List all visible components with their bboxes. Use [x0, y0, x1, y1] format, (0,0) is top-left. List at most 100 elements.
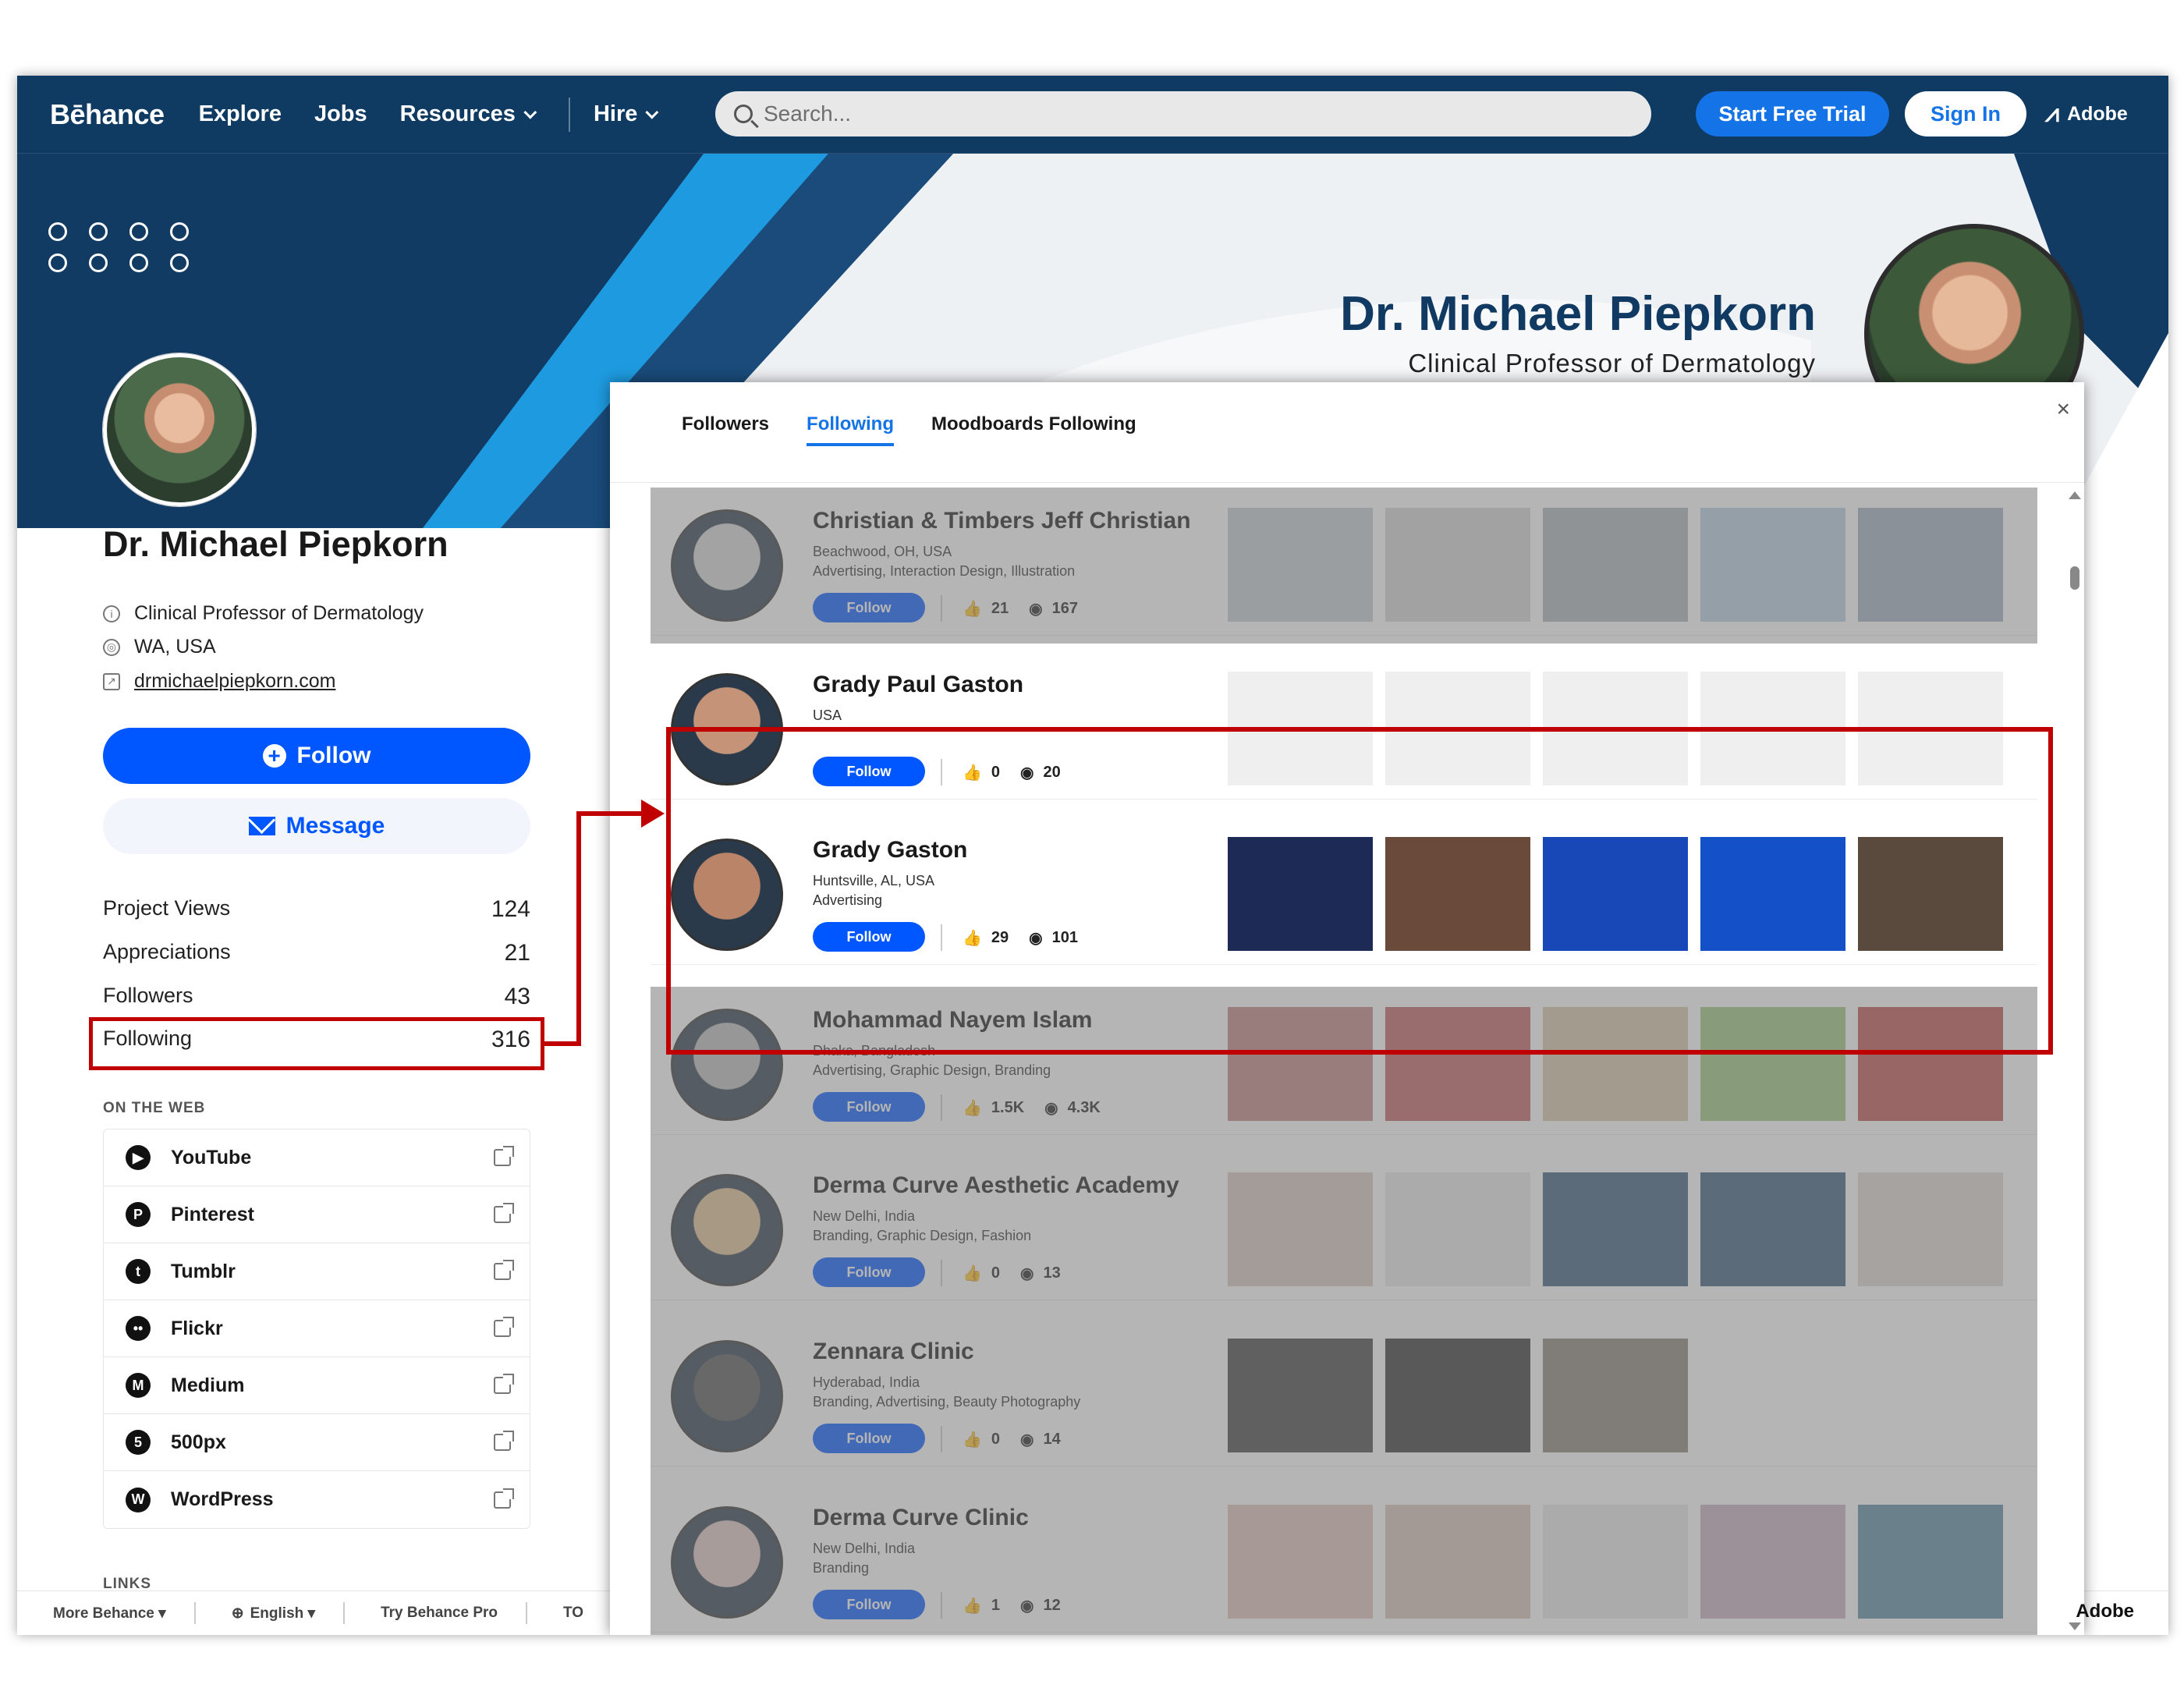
stat-label: Project Views	[103, 896, 231, 920]
user-location: USA	[813, 707, 842, 723]
web-link-label: Medium	[171, 1374, 245, 1396]
medium-icon: M	[126, 1373, 151, 1398]
occupation-row: i Clinical Professor of Dermatology	[103, 602, 424, 625]
info-icon: i	[103, 605, 120, 622]
dimmed-overlay	[651, 1152, 2037, 1318]
on-the-web-list: ▶ YouTube P Pinterest t Tumblr •• Flickr M Me…	[103, 1129, 530, 1529]
modal-scrollbar[interactable]	[2064, 491, 2084, 1635]
modal-tabs: Followers Following Moodboards Following	[682, 413, 1136, 446]
nav-jobs-label: Jobs	[314, 101, 367, 126]
external-link-icon	[494, 1203, 514, 1223]
browser-page: Bēhance Explore Jobs Resources Hire Sear…	[17, 76, 2168, 1635]
nav-divider	[568, 97, 570, 132]
occupation-text: Clinical Professor of Dermatology	[134, 602, 424, 624]
search-placeholder: Search...	[764, 101, 852, 126]
location-text: WA, USA	[134, 636, 216, 658]
dimmed-overlay	[651, 1484, 2037, 1635]
footer-more-behance[interactable]: More Behance ▾	[17, 1602, 196, 1624]
chevron-down-icon	[645, 105, 659, 119]
tumblr-icon: t	[126, 1259, 151, 1284]
web-link-wordpress[interactable]: W WordPress	[104, 1471, 530, 1528]
scroll-thumb[interactable]	[2070, 566, 2079, 590]
stat-label: Appreciations	[103, 940, 231, 963]
web-link-medium[interactable]: M Medium	[104, 1357, 530, 1414]
website-link[interactable]: drmichaelpiepkorn.com	[134, 670, 335, 693]
nav-hire[interactable]: Hire	[593, 101, 659, 127]
external-link-icon	[494, 1488, 514, 1509]
external-link-icon: ↗	[103, 672, 120, 690]
web-link-label: WordPress	[171, 1488, 274, 1510]
external-link-icon	[494, 1260, 514, 1280]
circle-icon	[170, 222, 189, 241]
profile-name: Dr. Michael Piepkorn	[103, 524, 448, 564]
scroll-down-icon[interactable]	[2069, 1622, 2081, 1630]
scroll-up-icon[interactable]	[2069, 491, 2081, 499]
start-free-trial-button[interactable]: Start Free Trial	[1696, 91, 1889, 137]
adobe-logo-icon: ⩘	[2045, 99, 2060, 127]
user-name[interactable]: Grady Paul Gaston	[813, 672, 1023, 698]
follow-button[interactable]: + Follow	[103, 728, 530, 784]
nav-hire-label: Hire	[593, 101, 638, 126]
footer-adobe-logo[interactable]: Adobe	[2076, 1601, 2134, 1622]
avatar[interactable]	[103, 353, 256, 506]
globe-icon: ◎	[103, 638, 120, 656]
chevron-down-icon	[523, 105, 537, 119]
close-icon[interactable]: ×	[2056, 396, 2070, 423]
wordpress-icon: W	[126, 1487, 151, 1512]
web-link-label: Flickr	[171, 1317, 223, 1339]
web-link-label: Pinterest	[171, 1203, 254, 1225]
nav-resources-label: Resources	[399, 101, 516, 126]
stat-value: 124	[491, 896, 530, 922]
circle-icon	[129, 254, 148, 272]
behance-logo[interactable]: Bēhance	[50, 98, 165, 131]
web-link-500px[interactable]: 5 500px	[104, 1414, 530, 1471]
stat-project-views: Project Views 124	[103, 896, 530, 923]
footer-language[interactable]: ⊕ English ▾	[196, 1602, 346, 1624]
external-link-icon	[494, 1317, 514, 1337]
youtube-icon: ▶	[126, 1145, 151, 1170]
web-link-flickr[interactable]: •• Flickr	[104, 1300, 530, 1357]
footer-try-pro[interactable]: Try Behance Pro	[345, 1602, 528, 1624]
adobe-link[interactable]: ⩘ Adobe	[2045, 99, 2128, 129]
website-row: ↗ drmichaelpiepkorn.com	[103, 670, 335, 693]
decorative-dots	[48, 222, 189, 272]
envelope-icon	[248, 817, 275, 835]
web-link-tumblr[interactable]: t Tumblr	[104, 1243, 530, 1300]
web-link-youtube[interactable]: ▶ YouTube	[104, 1129, 530, 1186]
web-link-label: 500px	[171, 1431, 226, 1453]
stat-appreciations: Appreciations 21	[103, 940, 530, 966]
globe-icon: ⊕	[231, 1605, 244, 1622]
dimmed-overlay	[651, 1318, 2037, 1484]
search-icon	[734, 105, 753, 123]
search-input[interactable]: Search...	[715, 91, 1651, 137]
following-highlight-box	[89, 1017, 544, 1070]
tabs-divider	[610, 482, 2084, 483]
top-nav: Bēhance Explore Jobs Resources Hire Sear…	[17, 76, 2168, 154]
circle-icon	[89, 254, 108, 272]
nav-explore-label: Explore	[198, 101, 282, 126]
sign-in-button[interactable]: Sign In	[1905, 91, 2026, 137]
circle-icon	[89, 222, 108, 241]
nav-resources[interactable]: Resources	[399, 101, 537, 127]
banner-title: Clinical Professor of Dermatology	[1408, 349, 1816, 378]
stat-value: 43	[504, 984, 530, 1009]
stat-label: Followers	[103, 984, 193, 1007]
pinterest-icon: P	[126, 1202, 151, 1227]
footer-tou[interactable]: TO	[527, 1602, 612, 1624]
selection-highlight-box	[666, 727, 2053, 1055]
tab-moodboards-following[interactable]: Moodboards Following	[931, 413, 1136, 446]
footer-language-label: English ▾	[250, 1605, 316, 1622]
web-link-pinterest[interactable]: P Pinterest	[104, 1186, 530, 1243]
external-link-icon	[494, 1374, 514, 1394]
banner-name: Dr. Michael Piepkorn	[1340, 287, 1816, 341]
web-link-label: Tumblr	[171, 1260, 236, 1282]
500px-icon: 5	[126, 1430, 151, 1455]
nav-jobs[interactable]: Jobs	[314, 101, 367, 127]
tab-followers[interactable]: Followers	[682, 413, 769, 446]
on-the-web-heading: ON THE WEB	[103, 1100, 206, 1116]
stat-followers[interactable]: Followers 43	[103, 984, 530, 1010]
message-button[interactable]: Message	[103, 798, 530, 854]
location-row: ◎ WA, USA	[103, 636, 216, 658]
tab-following[interactable]: Following	[807, 413, 895, 446]
nav-explore[interactable]: Explore	[199, 101, 282, 127]
